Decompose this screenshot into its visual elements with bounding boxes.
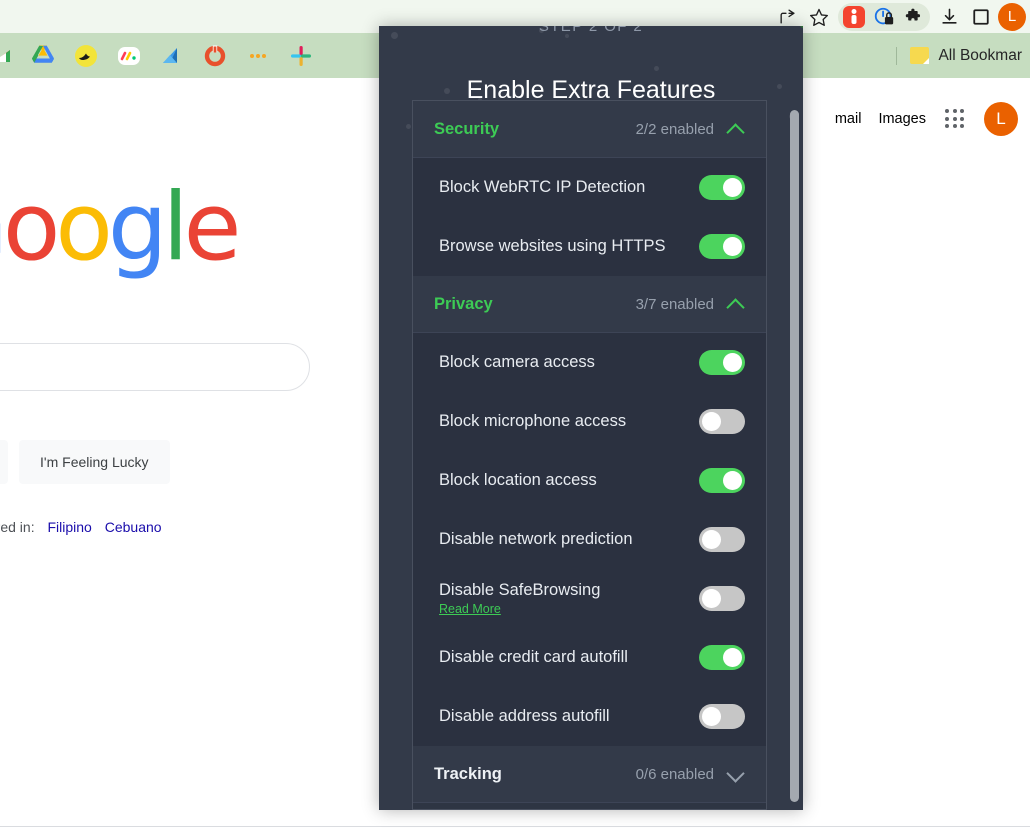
footer-divider [0, 826, 1030, 827]
feature-label: Disable address autofill [439, 707, 610, 725]
toggle-block-location-access[interactable] [699, 468, 745, 493]
all-bookmarks-entry[interactable]: All Bookmar [896, 33, 1022, 78]
feature-label: Block microphone access [439, 412, 627, 430]
feature-row: Disable network prediction [413, 510, 766, 569]
toggle-disable-address-autofill[interactable] [699, 704, 745, 729]
monday-icon[interactable] [117, 44, 141, 68]
section-header-security[interactable]: Security 2/2 enabled [413, 101, 766, 158]
shield-clock-extension-icon[interactable] [871, 4, 897, 30]
language-cebuano[interactable]: Cebuano [105, 519, 162, 535]
feature-label: Block location access [439, 471, 597, 489]
section-title-security: Security [434, 119, 500, 138]
google-buttons: e Search I'm Feeling Lucky [0, 440, 170, 484]
toggle-block-camera-access[interactable] [699, 350, 745, 375]
google-search-button[interactable]: e Search [0, 440, 9, 484]
browser-window: L All Bookmar mail Images L oogle I'm Fe… [0, 0, 1030, 837]
feature-label: Browse websites using HTTPS [439, 237, 666, 255]
puzzle-icon[interactable] [901, 4, 927, 30]
step-indicator: STEP 2 OF 2 [538, 26, 644, 35]
feature-label: Disable SafeBrowsing [439, 581, 601, 599]
google-top-nav: mail Images L [835, 102, 1018, 136]
feature-label-group: Disable SafeBrowsing Read More [439, 581, 699, 616]
search-input[interactable] [0, 343, 310, 391]
section-body-security: Block WebRTC IP Detection Browse website… [413, 158, 766, 276]
feature-row: Disable credit card autofill [413, 628, 766, 687]
offered-prefix: gle offered in: [0, 519, 35, 535]
feature-row: Disable SafeBrowsing Read More [413, 569, 766, 628]
feature-label: Disable network prediction [439, 530, 633, 548]
modal-scrollbar[interactable] [790, 110, 799, 802]
robot-extension-icon[interactable] [841, 4, 867, 30]
chevron-up-icon[interactable] [728, 121, 745, 138]
section-title-privacy: Privacy [434, 294, 493, 313]
extensions-pill [838, 2, 930, 31]
images-link[interactable]: Images [878, 111, 926, 127]
feature-label: Block WebRTC IP Detection [439, 178, 646, 196]
folder-icon [910, 47, 930, 64]
feature-row: Block camera access [413, 333, 766, 392]
profile-avatar[interactable]: L [998, 2, 1026, 31]
section-header-tracking[interactable]: Tracking 0/6 enabled [413, 746, 766, 803]
feature-row: Block location access [413, 451, 766, 510]
language-offer: gle offered in: Filipino Cebuano [0, 519, 162, 535]
section-body-privacy: Block camera access Block microphone acc… [413, 333, 766, 746]
gmail-link[interactable]: mail [835, 111, 862, 127]
feature-row: Block WebRTC IP Detection [413, 158, 766, 217]
enable-extra-features-dialog: STEP 2 OF 2 Enable Extra Features Securi… [379, 26, 803, 810]
chevron-up-icon[interactable] [728, 296, 745, 313]
feature-row: Block microphone access [413, 392, 766, 451]
gmail-icon[interactable] [0, 44, 12, 68]
toggle-browse-websites-using-https[interactable] [699, 234, 745, 259]
feeling-lucky-button[interactable]: I'm Feeling Lucky [19, 440, 170, 484]
yellow-bird-icon[interactable] [74, 44, 98, 68]
star-icon[interactable] [804, 2, 834, 32]
feature-label: Disable credit card autofill [439, 648, 628, 666]
toggle-disable-credit-card-autofill[interactable] [699, 645, 745, 670]
toggle-block-microphone-access[interactable] [699, 409, 745, 434]
three-dots-icon[interactable] [246, 44, 270, 68]
section-count-tracking: 0/6 enabled [635, 765, 714, 783]
google-drive-icon[interactable] [31, 44, 55, 68]
section-title-tracking: Tracking [434, 764, 502, 783]
toolbar-actions: L [772, 0, 1026, 33]
section-header-privacy[interactable]: Privacy 3/7 enabled [413, 276, 766, 333]
feature-label: Block camera access [439, 353, 595, 371]
slack-icon[interactable] [289, 44, 313, 68]
toggle-disable-network-prediction[interactable] [699, 527, 745, 552]
google-account-avatar[interactable]: L [984, 102, 1018, 136]
chevron-down-icon[interactable] [728, 766, 745, 783]
feature-row: Disable address autofill [413, 687, 766, 746]
toggle-block-webrtc-ip-detection[interactable] [699, 175, 745, 200]
orange-ring-icon[interactable] [203, 44, 227, 68]
feature-row: Browse websites using HTTPS [413, 217, 766, 276]
apps-grid-icon[interactable] [943, 107, 967, 131]
download-icon[interactable] [934, 2, 964, 32]
side-panel-icon[interactable] [966, 2, 996, 32]
language-filipino[interactable]: Filipino [47, 519, 91, 535]
blue-triangle-icon[interactable] [160, 44, 184, 68]
toggle-disable-safebrowsing[interactable] [699, 586, 745, 611]
section-count-privacy: 3/7 enabled [635, 295, 714, 313]
all-bookmarks-label: All Bookmar [938, 46, 1022, 64]
google-logo: Google [0, 173, 242, 282]
feature-sections-card: Security 2/2 enabled Block WebRTC IP Det… [412, 100, 767, 810]
bookmarks-separator [896, 46, 898, 65]
section-count-security: 2/2 enabled [635, 120, 714, 138]
bookmark-icons [0, 44, 313, 68]
read-more-link[interactable]: Read More [439, 602, 699, 616]
